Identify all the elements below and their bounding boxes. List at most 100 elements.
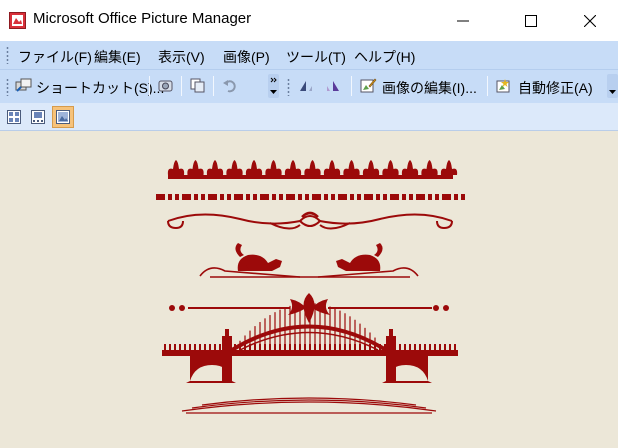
dash-mark — [182, 194, 191, 200]
menu-help[interactable]: ヘルプ(H) — [354, 47, 415, 67]
palmette-motif — [265, 160, 282, 175]
undo-icon[interactable] — [222, 77, 239, 94]
chevron-down-icon — [609, 90, 616, 94]
railing-post — [399, 344, 401, 350]
dash-mark — [324, 194, 328, 200]
menu-edit[interactable]: 編集(E) — [94, 47, 141, 67]
railing-post — [429, 344, 431, 350]
toolbar-grip[interactable] — [287, 78, 290, 96]
railing-post — [444, 344, 446, 350]
railing-post — [409, 344, 411, 350]
menu-file[interactable]: ファイル(F) — [18, 47, 92, 67]
palmette-motif — [421, 160, 438, 175]
dash-mark — [338, 194, 347, 200]
palmette-motif — [187, 160, 204, 175]
dash-mark — [364, 194, 373, 200]
railing-post — [454, 344, 456, 350]
dash-mark — [312, 194, 321, 200]
toolbar-grip[interactable] — [6, 78, 9, 96]
dash-mark — [402, 194, 406, 200]
dash-mark — [376, 194, 380, 200]
dash-mark — [260, 194, 269, 200]
cat-base-swirl — [199, 267, 419, 278]
palmette-motif — [167, 160, 185, 175]
dash-mark — [461, 194, 465, 200]
standard-toolbar: ショートカット(S)... 画像の編集(I)... 自動修正(A) — [0, 70, 618, 103]
dash-mark — [156, 194, 165, 200]
thumbnail-view-button[interactable] — [3, 106, 25, 128]
railing-post — [204, 344, 206, 350]
picture-manager-icon — [9, 12, 26, 29]
railing-post — [184, 344, 186, 350]
maximize-button[interactable] — [508, 0, 554, 41]
single-picture-view-button[interactable] — [52, 106, 74, 128]
shortcut-icon — [15, 78, 32, 92]
toolbar-overflow-button[interactable] — [607, 74, 618, 98]
menu-picture[interactable]: 画像(P) — [223, 47, 270, 67]
railing-post — [199, 344, 201, 350]
toolbar-overflow-button[interactable] — [268, 74, 279, 98]
dash-mark — [428, 194, 432, 200]
railing-post — [404, 344, 406, 350]
dash-mark — [416, 194, 425, 200]
railing-post — [164, 344, 166, 350]
toolbar-separator — [487, 76, 488, 96]
railing-post — [209, 344, 211, 350]
dash-mark — [220, 194, 224, 200]
dash-border — [156, 194, 465, 200]
copy-icon[interactable] — [189, 77, 206, 94]
close-button[interactable] — [567, 0, 613, 41]
window-title: Microsoft Office Picture Manager — [33, 10, 252, 27]
toolbar-separator — [351, 76, 352, 96]
import-icon[interactable] — [157, 77, 174, 94]
filmstrip-view-button[interactable] — [27, 106, 49, 128]
dash-mark — [279, 194, 283, 200]
minimize-button[interactable] — [440, 0, 486, 41]
menubar-grip[interactable] — [6, 46, 9, 64]
railing-post — [424, 344, 426, 350]
palmette-motif — [343, 160, 360, 175]
single-picture-view-icon — [56, 110, 70, 124]
dash-mark — [298, 194, 302, 200]
auto-correct-button[interactable]: 自動修正(A) — [518, 78, 593, 98]
rotate-right-icon[interactable] — [325, 77, 342, 94]
palmette-motif — [304, 160, 321, 175]
dash-mark — [234, 194, 243, 200]
dash-mark — [175, 194, 179, 200]
railing-post — [179, 344, 181, 350]
minimize-icon — [457, 20, 469, 21]
dash-mark — [246, 194, 250, 200]
wave-lines-ornament — [181, 397, 437, 414]
dash-mark — [409, 194, 413, 200]
rotate-left-icon[interactable] — [297, 77, 314, 94]
dash-mark — [383, 194, 387, 200]
menu-tools[interactable]: ツール(T) — [286, 47, 346, 67]
railing-post — [194, 344, 196, 350]
flower-line-ornament — [169, 293, 449, 323]
view-toolbar — [0, 103, 618, 131]
railing-post — [219, 344, 221, 350]
edit-picture-button[interactable]: 画像の編集(I)... — [382, 78, 477, 98]
dash-mark — [253, 194, 257, 200]
palmette-motif — [382, 160, 399, 175]
chevron-down-icon — [270, 77, 277, 94]
shortcut-button[interactable]: ショートカット(S)... — [36, 78, 164, 98]
palmette-motif — [206, 160, 224, 175]
dash-mark — [442, 194, 451, 200]
railing-post — [434, 344, 436, 350]
menu-bar: ファイル(F) 編集(E) 表示(V) 画像(P) ツール(T) ヘルプ(H) — [0, 41, 618, 70]
edit-picture-icon — [360, 78, 377, 93]
picture-display-area[interactable] — [0, 131, 618, 448]
palmette-motif — [245, 160, 263, 175]
dash-mark — [201, 194, 205, 200]
menu-view[interactable]: 表示(V) — [158, 47, 205, 67]
palmette-motifs — [167, 160, 458, 175]
railing-post — [174, 344, 176, 350]
dash-mark — [305, 194, 309, 200]
railing-post — [214, 344, 216, 350]
toolbar-separator — [213, 76, 214, 96]
dash-mark — [272, 194, 276, 200]
dash-mark — [194, 194, 198, 200]
railing-post — [189, 344, 191, 350]
bridge-ornament — [162, 303, 458, 383]
